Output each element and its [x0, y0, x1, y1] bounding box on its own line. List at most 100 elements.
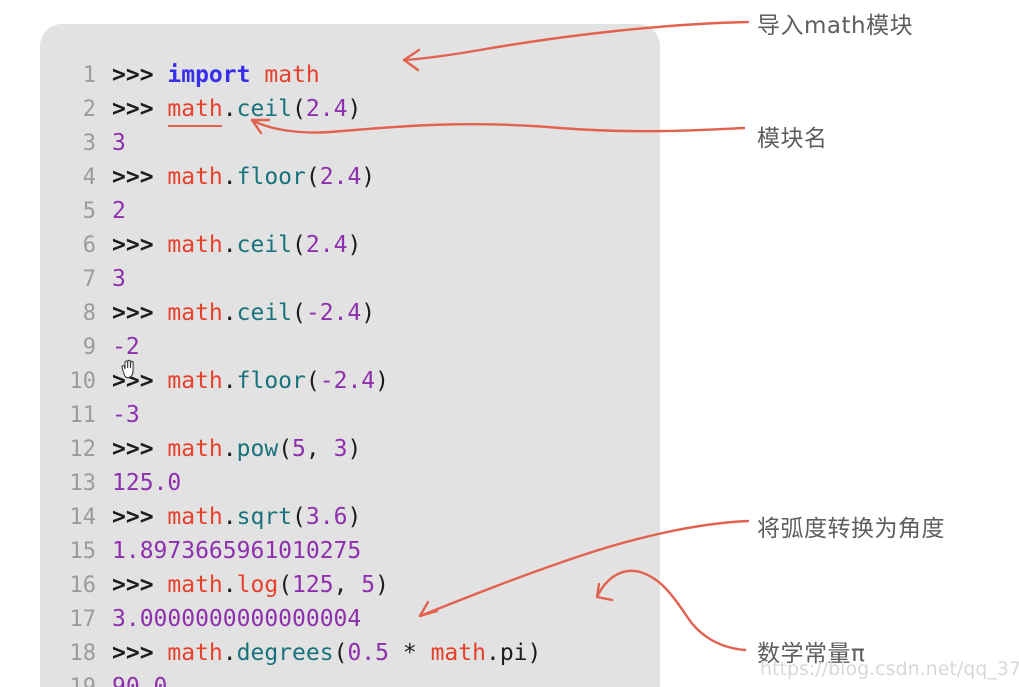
code-token: import	[167, 62, 251, 88]
code-token: 3	[112, 266, 126, 292]
code-token: (	[278, 436, 293, 462]
code-line-text: >>> math.floor(2.4)	[112, 160, 375, 194]
code-token: ceil	[236, 232, 293, 258]
code-line-list: 1 >>> import math 2 >>> math.ceil(2.4) 3 3 4 >>…	[40, 58, 660, 687]
code-line-text: >>> math.sqrt(3.6)	[112, 500, 361, 534]
line-number: 19	[40, 671, 112, 687]
code-line-text: 3	[112, 126, 126, 160]
code-line-text: >>> math.ceil(2.4)	[112, 228, 361, 262]
code-token: *	[402, 640, 417, 666]
code-line: 17 3.0000000000000004	[40, 602, 660, 636]
code-token: 125	[292, 572, 334, 598]
line-number: 7	[82, 267, 96, 292]
code-token: ,	[333, 572, 362, 598]
code-token: )	[347, 504, 362, 530]
code-token: >>>	[112, 504, 168, 530]
line-number: 17	[69, 607, 97, 632]
line-number: 15	[69, 539, 97, 564]
code-token: ,	[305, 436, 334, 462]
code-token: -2	[112, 334, 140, 360]
code-token: math	[167, 640, 223, 666]
code-token: floor	[236, 368, 306, 394]
code-line: 12 >>> math.pow(5, 3)	[40, 432, 660, 466]
code-token: 90.0	[112, 674, 168, 687]
code-line: 8 >>> math.ceil(-2.4)	[40, 296, 660, 330]
code-token: floor	[236, 164, 306, 190]
line-number: 14	[69, 505, 97, 530]
code-token: ceil	[236, 300, 293, 326]
code-token: 3.6	[305, 504, 348, 530]
line-number: 5	[82, 199, 96, 224]
annotation-degrees-label: 将弧度转换为角度	[757, 516, 945, 542]
code-token: >>>	[112, 96, 168, 122]
code-token: 3.0000000000000004	[112, 606, 362, 632]
code-line-text: 2	[112, 194, 126, 228]
code-token: .	[222, 368, 237, 394]
code-token: >>>	[112, 640, 168, 666]
code-token: 2	[112, 198, 126, 224]
code-line-text: >>> math.degrees(0.5 * math.pi)	[112, 636, 541, 670]
line-number: 12	[69, 437, 97, 462]
code-token: (	[292, 96, 306, 122]
code-token: -2.4	[319, 368, 376, 394]
code-token: (	[278, 572, 293, 598]
line-number: 2	[82, 97, 96, 122]
annotation-module-name-label: 模块名	[757, 126, 828, 152]
code-token: log	[236, 572, 279, 598]
code-token: 5	[292, 436, 306, 462]
code-token: pi	[499, 640, 528, 666]
code-token: (	[333, 640, 348, 666]
code-line-text: 1.8973665961010275	[112, 534, 361, 568]
code-token: math	[167, 504, 223, 530]
code-token: math	[167, 164, 223, 190]
code-line-text: 125.0	[112, 466, 181, 500]
line-number: 4	[82, 165, 96, 190]
line-number: 3	[82, 131, 96, 156]
code-token: .	[222, 504, 237, 530]
code-line-text: >>> import math	[112, 58, 320, 92]
code-token: )	[527, 640, 542, 666]
code-line: 18 >>> math.degrees(0.5 * math.pi)	[40, 636, 660, 670]
annotation-import-label: 导入math模块	[757, 13, 914, 39]
code-panel: 1 >>> import math 2 >>> math.ceil(2.4) 3 3 4 >>…	[40, 24, 660, 687]
code-token: -3	[112, 402, 140, 428]
code-token: (	[292, 300, 306, 326]
code-token: 3	[112, 130, 126, 156]
code-token: >>>	[112, 164, 168, 190]
code-token: sqrt	[236, 504, 293, 530]
code-line-text: >>> math.ceil(-2.4)	[112, 296, 375, 330]
code-token: math	[167, 368, 223, 394]
code-token: )	[347, 436, 362, 462]
code-token: )	[347, 96, 362, 122]
code-token: )	[361, 164, 376, 190]
code-token: .	[222, 164, 237, 190]
line-number: 8	[82, 301, 96, 326]
code-line: 15 1.8973665961010275	[40, 534, 660, 568]
code-token: -2.4	[305, 300, 362, 326]
code-line-text: >>> math.ceil(2.4)	[112, 92, 361, 126]
code-token: (	[292, 232, 306, 258]
code-line-text: 3	[112, 262, 126, 296]
code-line: 14 >>> math.sqrt(3.6)	[40, 500, 660, 534]
code-token: math	[167, 96, 223, 122]
code-line-text: -3	[112, 398, 140, 432]
code-token: math	[430, 640, 486, 666]
code-line: 13 125.0	[40, 466, 660, 500]
code-token: .	[222, 300, 237, 326]
code-token: 2.4	[305, 232, 348, 258]
code-token: >>>	[112, 232, 168, 258]
line-number: 16	[69, 573, 97, 598]
code-line: 52	[40, 194, 660, 228]
code-line: 73	[40, 262, 660, 296]
code-token: 1.8973665961010275	[112, 538, 362, 564]
line-number: 18	[69, 641, 97, 666]
code-token: 2.4	[319, 164, 362, 190]
line-number: 13	[69, 471, 97, 496]
code-token: pow	[236, 436, 279, 462]
code-token: .	[222, 572, 237, 598]
code-line: 4 >>> math.floor(2.4)	[40, 160, 660, 194]
code-token: .	[222, 232, 237, 258]
line-number: 9	[82, 335, 96, 360]
code-line: 10 >>> math.floor(-2.4)	[40, 364, 660, 398]
